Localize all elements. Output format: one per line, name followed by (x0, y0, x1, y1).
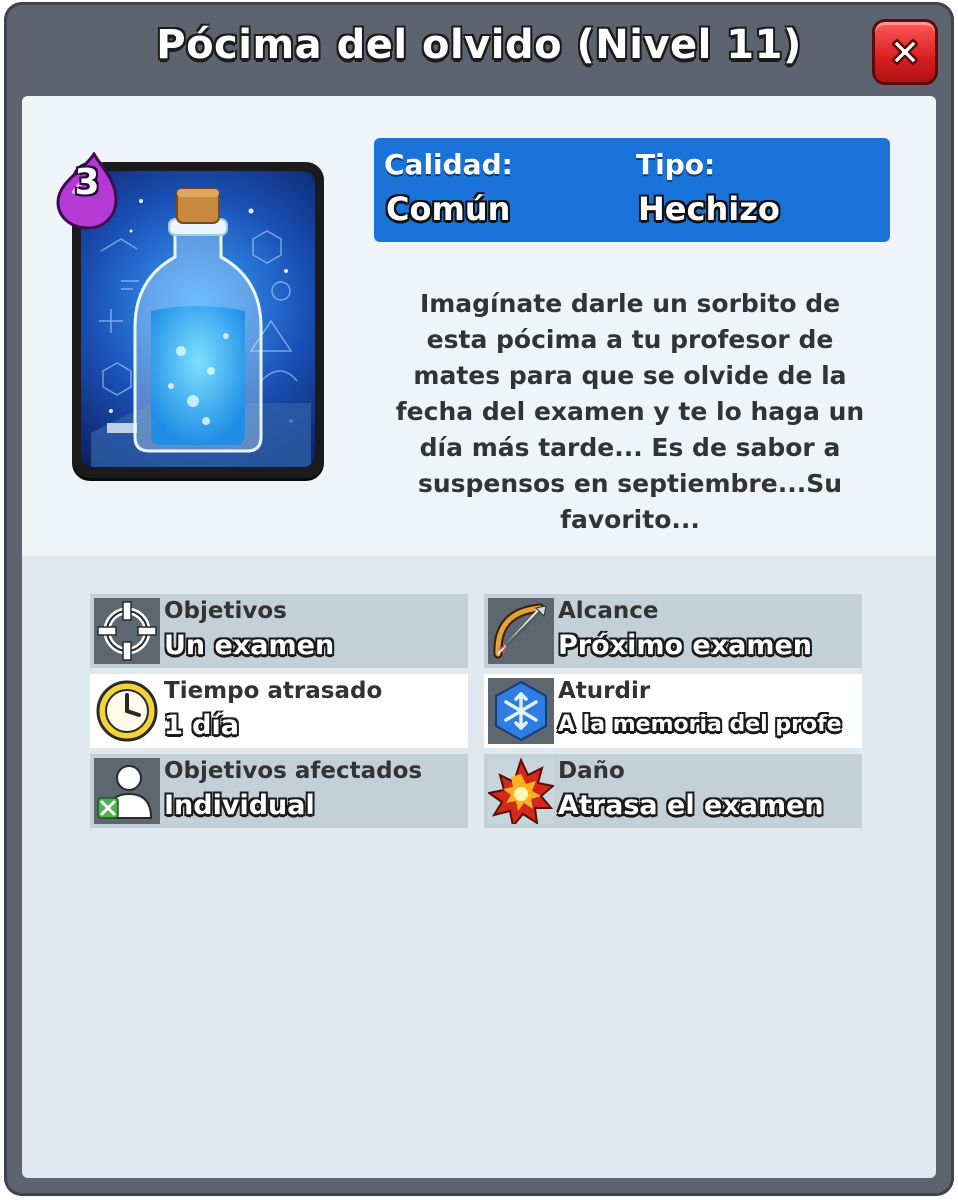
stat-value: 1 día (164, 710, 239, 741)
description-line: fecha del examen y te lo haga un (395, 397, 865, 426)
type-label: Tipo: (636, 148, 716, 181)
description-line: Imagínate darle un sorbito de (419, 289, 841, 318)
stat-label: Objetivos afectados (164, 758, 423, 784)
snowflake-icon (495, 680, 547, 742)
stat-label: Objetivos (164, 598, 287, 624)
stat-damage: Daño Atrasa el examen (484, 754, 862, 828)
stat-value: Atrasa el examen (558, 790, 824, 821)
quality-value: Común (386, 190, 511, 228)
description-line: día más tarde... Es de sabor a (419, 433, 841, 462)
stat-label: Daño (558, 758, 625, 784)
type-value: Hechizo (638, 190, 780, 228)
stat-value: Individual (164, 790, 315, 821)
explosion-icon (488, 758, 554, 824)
close-button[interactable] (875, 22, 935, 82)
description-line: esta pócima a tu profesor de (426, 325, 834, 354)
stat-label: Tiempo atrasado (164, 678, 383, 704)
stat-value: Próximo examen (558, 630, 813, 661)
clock-icon (96, 680, 158, 742)
stat-label: Aturdir (558, 678, 651, 704)
popup-title: Pócima del olvido (Nivel 11) (156, 22, 802, 68)
card-description: Imagínate darle un sorbito de esta pócim… (390, 286, 870, 538)
stat-value: A la memoria del profe (558, 712, 842, 737)
card-info-box: Calidad: Común Tipo: Hechizo (374, 138, 890, 242)
close-icon (891, 38, 919, 66)
stat-value: Un examen (164, 630, 335, 661)
quality-label: Calidad: (384, 148, 513, 181)
stat-targets: Objetivos Un examen (90, 594, 468, 668)
stat-affected-targets: Objetivos afectados Individual (90, 754, 468, 828)
stat-delay-time: Tiempo atrasado 1 día (90, 674, 468, 748)
elixir-cost: 3 (74, 162, 100, 203)
description-line: favorito... (560, 505, 700, 534)
description-line: mates para que se olvide de la (413, 361, 847, 390)
stat-stun: Aturdir A la memoria del profe (484, 674, 862, 748)
target-icon (97, 601, 157, 661)
bow-icon (493, 603, 548, 659)
content-panel: 3 Calidad: Común Tipo: Hechizo Imagínate… (22, 96, 936, 1178)
description-line: suspensos en septiembre...Su (417, 469, 843, 498)
stat-range: Alcance Próximo examen (484, 594, 862, 668)
single-target-icon (97, 765, 153, 819)
stat-label: Alcance (558, 598, 659, 624)
